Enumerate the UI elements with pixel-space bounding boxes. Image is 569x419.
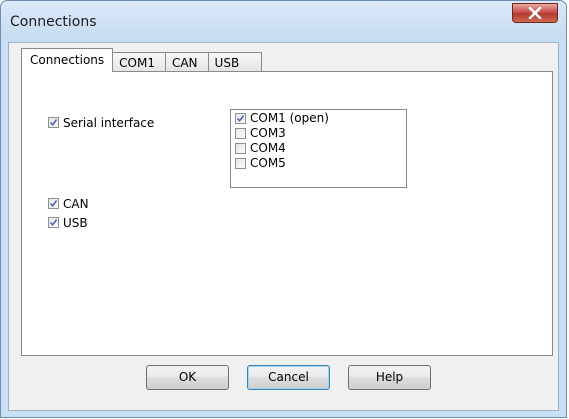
- serial-interface-checkbox[interactable]: Serial interface: [48, 115, 154, 130]
- list-item-label: COM5: [250, 156, 286, 170]
- checkbox-box[interactable]: [235, 142, 246, 154]
- dialog-client-area: Connections COM1 CAN USB Serial interfac…: [8, 42, 559, 411]
- checkmark-icon: [49, 219, 58, 227]
- checkmark-icon: [49, 119, 58, 127]
- checkbox-box[interactable]: [235, 157, 246, 169]
- ok-button[interactable]: OK: [146, 365, 229, 390]
- help-button[interactable]: Help: [348, 365, 431, 390]
- list-item-label: COM3: [250, 126, 286, 140]
- close-icon: [528, 7, 542, 19]
- serial-interface-label: Serial interface: [63, 115, 155, 130]
- cancel-button[interactable]: Cancel: [247, 365, 330, 390]
- can-checkbox[interactable]: CAN: [48, 196, 89, 211]
- list-item-com4[interactable]: COM4: [235, 141, 286, 155]
- list-item-com1[interactable]: COM1 (open): [235, 111, 329, 125]
- checkbox-box[interactable]: [48, 198, 59, 209]
- close-button[interactable]: [512, 3, 558, 23]
- usb-label: USB: [63, 215, 88, 230]
- checkbox-box[interactable]: [48, 217, 59, 228]
- list-item-com3[interactable]: COM3: [235, 126, 286, 140]
- checkmark-icon: [236, 114, 245, 122]
- com-port-list[interactable]: COM1 (open) COM3 COM4 COM5: [230, 109, 407, 188]
- list-item-label: COM1 (open): [250, 111, 329, 125]
- checkbox-box[interactable]: [48, 117, 59, 128]
- list-item-com5[interactable]: COM5: [235, 156, 286, 170]
- checkmark-icon: [49, 200, 58, 208]
- usb-checkbox[interactable]: USB: [48, 215, 88, 230]
- tab-usb[interactable]: USB: [208, 52, 263, 72]
- window-title: Connections: [10, 14, 97, 30]
- tab-connections[interactable]: Connections: [21, 48, 114, 72]
- connections-dialog: Connections Connections COM1 CAN USB Ser…: [0, 0, 567, 418]
- list-item-label: COM4: [250, 141, 286, 155]
- tab-can[interactable]: CAN: [165, 52, 209, 72]
- tab-panel-connections: Serial interface COM1 (open) COM3 COM4 C…: [21, 71, 553, 356]
- checkbox-box[interactable]: [235, 127, 246, 139]
- tab-com1[interactable]: COM1: [113, 52, 166, 72]
- dialog-button-row: OK Cancel Help: [9, 365, 558, 395]
- checkbox-box[interactable]: [235, 112, 246, 124]
- title-bar[interactable]: Connections: [1, 1, 566, 41]
- tab-strip: Connections COM1 CAN USB: [21, 48, 263, 72]
- can-label: CAN: [63, 196, 89, 211]
